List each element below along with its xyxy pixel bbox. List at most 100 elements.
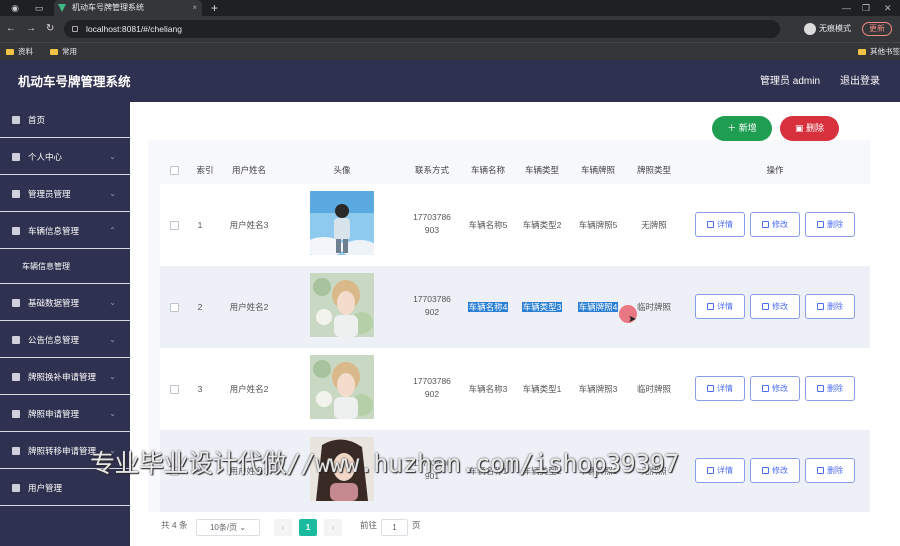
select-all-checkbox[interactable] bbox=[170, 166, 179, 175]
bookmark-folder[interactable]: 资料 bbox=[6, 46, 33, 58]
detail-button[interactable]: 详情 bbox=[695, 294, 745, 319]
browser-tab-title: 机动车号牌管理系统 bbox=[72, 3, 144, 12]
restore-icon[interactable]: ❐ bbox=[862, 0, 870, 16]
logout-link[interactable]: 退出登录 bbox=[840, 60, 880, 104]
bookmark-folder[interactable]: 其他书签 bbox=[858, 46, 900, 58]
sidebar-item-label: 用户管理 bbox=[28, 483, 63, 493]
sidebar-item-base-data[interactable]: 基础数据管理 ⌄ bbox=[0, 285, 130, 321]
close-window-icon[interactable]: ✕ bbox=[884, 0, 892, 16]
sidebar-item-plate-replace[interactable]: 牌照换补申请管理 ⌄ bbox=[0, 359, 130, 395]
edit-icon bbox=[762, 385, 769, 392]
row-checkbox[interactable] bbox=[170, 385, 179, 394]
chevron-down-icon: ⌄ bbox=[239, 523, 247, 532]
url-input[interactable]: localhost:8081/#/cheliang bbox=[64, 20, 780, 38]
row-car-name: 车辆名称3 bbox=[468, 384, 508, 394]
table-row: 2 用户姓名2 17703786 902 车辆名称4 车辆类型3 车辆牌照4 临时… bbox=[160, 266, 870, 348]
update-button[interactable]: 更新 bbox=[862, 22, 892, 36]
row-phone-line1: 17703786 bbox=[413, 212, 451, 222]
add-button[interactable]: ＋ 新增 bbox=[712, 116, 772, 141]
trash-icon bbox=[817, 385, 824, 392]
document-icon bbox=[12, 410, 20, 418]
column-header-car-name: 车辆名称 bbox=[470, 165, 505, 175]
bookmark-folder[interactable]: 常用 bbox=[50, 46, 77, 58]
vehicle-icon bbox=[12, 227, 20, 235]
tab-list-icon[interactable]: ▭ bbox=[34, 3, 44, 13]
delete-button[interactable]: 删除 bbox=[805, 458, 855, 483]
incognito-icon bbox=[804, 23, 816, 35]
notice-icon bbox=[12, 336, 20, 344]
sidebar-item-plate-apply[interactable]: 牌照申请管理 ⌄ bbox=[0, 396, 130, 432]
sidebar-item-home[interactable]: 首页 bbox=[0, 102, 130, 138]
delete-button[interactable]: 删除 bbox=[805, 212, 855, 237]
detail-icon bbox=[707, 303, 714, 310]
row-phone-line1: 17703786 bbox=[413, 294, 451, 304]
close-tab-icon[interactable]: × bbox=[192, 0, 197, 16]
column-header-index: 索引 bbox=[196, 165, 214, 175]
page-size-value: 10条/页 bbox=[209, 523, 238, 532]
column-header-plate-type: 牌照类型 bbox=[636, 165, 671, 175]
trash-icon bbox=[817, 303, 824, 310]
edit-button[interactable]: 修改 bbox=[750, 376, 800, 401]
sidebar-item-admins[interactable]: 管理员管理 ⌄ bbox=[0, 176, 130, 212]
delete-button[interactable]: 删除 bbox=[805, 294, 855, 319]
sidebar-subitem-vehicle-info[interactable]: 车辆信息管理 bbox=[0, 250, 130, 284]
goto-page-input[interactable]: 1 bbox=[381, 519, 408, 536]
sidebar-item-label: 公告信息管理 bbox=[28, 335, 80, 345]
row-car-type: 车辆类型2 bbox=[522, 220, 562, 230]
edit-button[interactable]: 修改 bbox=[750, 212, 800, 237]
chevron-down-icon: ⌄ bbox=[109, 409, 116, 418]
app-title: 机动车号牌管理系统 bbox=[18, 75, 131, 89]
bulk-delete-label: 删除 bbox=[806, 123, 825, 133]
bookmarks-bar: 资料 常用 其他书签 bbox=[0, 42, 900, 60]
pagination-total: 共 4 条 bbox=[161, 520, 188, 530]
trash-icon: ▣ bbox=[794, 123, 806, 133]
detail-label: 详情 bbox=[717, 220, 733, 229]
browser-menu-icon[interactable]: ◉ bbox=[10, 3, 20, 13]
table-row: 3 用户姓名2 17703786 902 车辆名称3 车辆类型1 车辆牌照3 临时… bbox=[160, 348, 870, 430]
browser-tab[interactable]: 机动车号牌管理系统 × bbox=[54, 0, 202, 16]
column-header-car-type: 车辆类型 bbox=[524, 165, 559, 175]
selected-text: 车辆牌照4 bbox=[577, 302, 619, 312]
row-index: 1 bbox=[197, 220, 203, 230]
page-size-select[interactable]: 10条/页 ⌄ bbox=[196, 519, 260, 536]
delete-button[interactable]: 删除 bbox=[805, 376, 855, 401]
site-info-icon[interactable] bbox=[72, 26, 78, 32]
url-text: localhost:8081/#/cheliang bbox=[86, 24, 182, 34]
avatar bbox=[310, 355, 374, 419]
edit-button[interactable]: 修改 bbox=[750, 458, 800, 483]
folder-icon bbox=[50, 49, 58, 55]
back-icon[interactable]: ← bbox=[6, 24, 16, 34]
mouse-pointer-icon: ➤ bbox=[628, 314, 637, 325]
detail-button[interactable]: 详情 bbox=[695, 212, 745, 237]
minimize-icon[interactable]: — bbox=[842, 0, 851, 16]
admin-label: 管理员 admin bbox=[760, 76, 821, 87]
column-header-actions: 操作 bbox=[766, 165, 784, 175]
next-page-button[interactable]: › bbox=[324, 519, 342, 536]
bulk-delete-button[interactable]: ▣ 删除 bbox=[780, 116, 839, 141]
incognito-indicator[interactable]: 无痕模式 bbox=[804, 23, 851, 35]
prev-page-button[interactable]: ‹ bbox=[274, 519, 292, 536]
page-number-button[interactable]: 1 bbox=[299, 519, 317, 536]
new-tab-icon[interactable]: + bbox=[211, 0, 218, 16]
send-icon bbox=[12, 373, 20, 381]
forward-icon[interactable]: → bbox=[26, 24, 36, 34]
edit-button[interactable]: 修改 bbox=[750, 294, 800, 319]
sidebar-item-vehicles[interactable]: 车辆信息管理 ⌃ bbox=[0, 213, 130, 249]
top-navbar: 机动车号牌管理系统 管理员 admin 退出登录 bbox=[0, 60, 900, 102]
column-header-avatar: 头像 bbox=[333, 165, 351, 175]
users-icon bbox=[12, 484, 20, 492]
row-checkbox[interactable] bbox=[170, 303, 179, 312]
row-checkbox[interactable] bbox=[170, 221, 179, 230]
edit-label: 修改 bbox=[772, 302, 788, 311]
detail-button[interactable]: 详情 bbox=[695, 376, 745, 401]
reload-icon[interactable]: ↻ bbox=[46, 24, 54, 34]
sidebar-item-notices[interactable]: 公告信息管理 ⌄ bbox=[0, 322, 130, 358]
chevron-down-icon: ⌄ bbox=[109, 372, 116, 381]
edit-icon bbox=[762, 221, 769, 228]
sidebar-item-profile[interactable]: 个人中心 ⌄ bbox=[0, 139, 130, 175]
watermark: 专业毕业设计代做//www.huzhan.com/ishop39397 bbox=[90, 449, 679, 478]
detail-label: 详情 bbox=[717, 302, 733, 311]
sidebar-item-label: 管理员管理 bbox=[28, 189, 71, 199]
detail-button[interactable]: 详情 bbox=[695, 458, 745, 483]
edit-label: 修改 bbox=[772, 220, 788, 229]
